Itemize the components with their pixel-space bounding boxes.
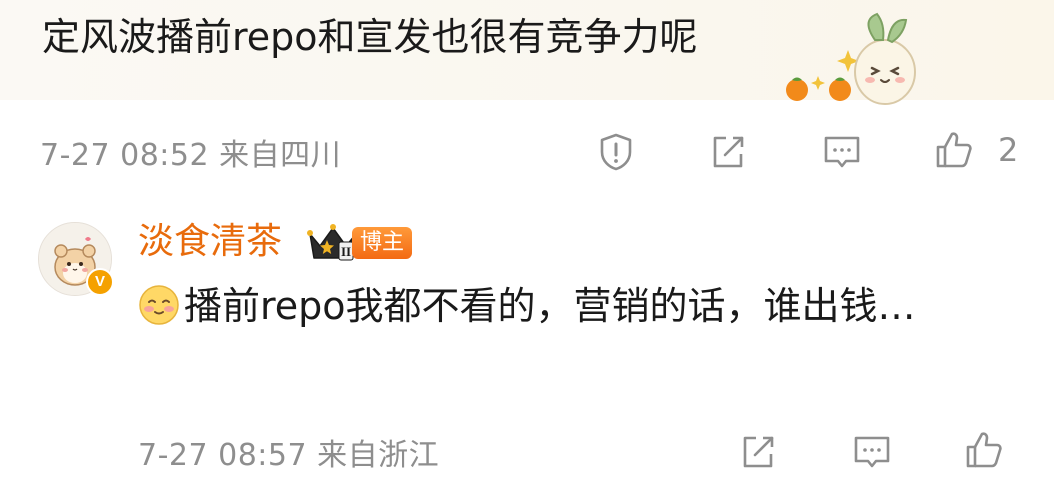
radish-sticker-icon bbox=[786, 12, 916, 105]
share-icon[interactable] bbox=[706, 130, 750, 174]
comment-meta-row: 7-27 08:52 来自四川 bbox=[40, 130, 341, 174]
comment-icon[interactable] bbox=[820, 130, 864, 174]
like-icon[interactable] bbox=[932, 128, 976, 172]
comment-timestamp-location: 7-27 08:52 来自四川 bbox=[40, 138, 342, 173]
reply-username[interactable]: 淡食清茶 bbox=[138, 218, 282, 266]
verified-badge: V bbox=[86, 268, 114, 296]
reply-text-block: 播前repo我都不看的，营销的话，谁出钱… bbox=[138, 280, 958, 332]
reply-timestamp-location: 7-27 08:57 来自浙江 bbox=[138, 438, 440, 473]
shy-smile-emoji-icon bbox=[139, 285, 179, 325]
comment-text: 定风波播前repo和宣发也很有竞争力呢 bbox=[42, 15, 698, 59]
comment-icon[interactable] bbox=[850, 430, 894, 474]
share-icon[interactable] bbox=[736, 430, 780, 474]
like-count: 2 bbox=[998, 131, 1019, 169]
reply-meta-row: 7-27 08:57 来自浙江 bbox=[138, 430, 439, 474]
reply-text: 播前repo我都不看的，营销的话，谁出钱… bbox=[184, 284, 916, 328]
report-icon[interactable] bbox=[594, 130, 638, 174]
crown-level-numeral: II bbox=[341, 244, 351, 259]
like-icon[interactable] bbox=[962, 428, 1006, 472]
blogger-badge: 博主 bbox=[352, 227, 413, 259]
